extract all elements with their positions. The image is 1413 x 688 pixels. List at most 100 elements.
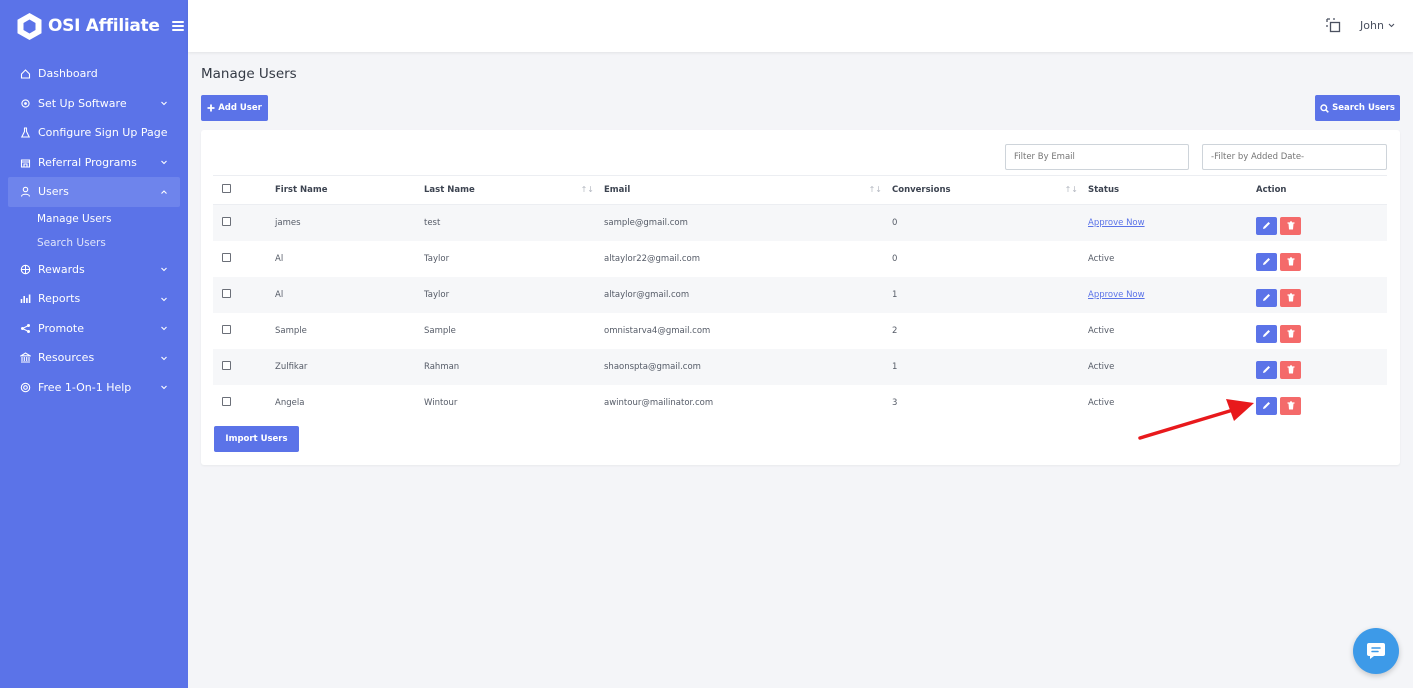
chevron-down-icon [161,160,167,165]
add-user-label: Add User [218,103,262,113]
header-conversions[interactable]: Conversions ↑↓ [892,185,1088,195]
sidebar-item-resources[interactable]: Resources [0,343,188,373]
cell-first-name: Al [275,290,284,300]
sidebar-subitem-search-users[interactable]: Search Users [0,231,188,255]
delete-button[interactable] [1280,216,1301,235]
chat-widget-button[interactable] [1353,628,1399,674]
row-checkbox[interactable] [222,289,231,298]
sidebar-item-label: Free 1-On-1 Help [38,380,132,394]
edit-button[interactable] [1256,288,1277,307]
sidebar-item-dashboard[interactable]: Dashboard [0,59,188,89]
approve-now-link[interactable]: Approve Now [1088,290,1145,300]
chevron-up-icon [161,189,167,194]
sidebar-item-label: Users [38,185,69,199]
header-last-name[interactable]: Last Name ↑↓ [424,185,604,195]
sidebar-item-label: Reports [38,292,81,306]
topbar: John [188,0,1413,52]
delete-button[interactable] [1280,360,1301,379]
filter-date-input[interactable] [1202,144,1387,170]
menu-toggle-icon[interactable] [171,21,184,31]
cell-conversions: 3 [892,398,898,408]
globe-icon [20,264,31,274]
search-users-label: Search Users [1332,103,1395,113]
bank-icon [20,352,31,363]
add-user-button[interactable]: Add User [201,95,268,121]
row-checkbox[interactable] [222,253,231,262]
chevron-down-icon [161,267,167,272]
users-table: First Name Last Name ↑↓ Email ↑↓ Convers… [213,175,1387,421]
edit-button[interactable] [1256,324,1277,343]
table-row: Al Taylor altaylor22@gmail.com 0 Active [213,241,1387,277]
cell-last-name: test [424,218,441,228]
edit-button[interactable] [1256,252,1277,271]
sidebar-item-label: Referral Programs [38,155,137,169]
sidebar-item-rewards[interactable]: Rewards [0,255,188,285]
pencil-icon [1263,294,1270,301]
cell-first-name: Sample [275,326,307,336]
bar-chart-icon [20,294,31,304]
lifebuoy-icon [20,382,31,392]
table-row: Sample Sample omnistarva4@gmail.com 2 Active [213,313,1387,349]
row-checkbox[interactable] [222,361,231,370]
header-first-name[interactable]: First Name [275,185,424,195]
store-icon [20,159,31,168]
delete-button[interactable] [1280,252,1301,271]
status-text: Active [1088,254,1115,264]
sidebar-subitem-manage-users[interactable]: Manage Users [0,207,188,231]
cell-conversions: 1 [892,362,898,372]
sidebar-item-configure-sign-up-page[interactable]: Configure Sign Up Page [0,118,188,148]
share-icon [21,323,30,333]
brand[interactable]: OSI Affiliate [0,0,188,52]
sidebar-item-free-1-on-1-help[interactable]: Free 1-On-1 Help [0,373,188,403]
cell-last-name: Sample [424,326,456,336]
fullscreen-icon[interactable] [1326,18,1341,33]
chat-icon [1367,643,1385,659]
sidebar-item-label: Rewards [38,262,85,276]
user-menu[interactable]: John [1360,19,1395,32]
delete-button[interactable] [1280,288,1301,307]
cell-last-name: Wintour [424,398,458,408]
cell-email: awintour@mailinator.com [604,398,714,408]
filter-email-input[interactable] [1005,144,1189,170]
row-checkbox[interactable] [222,217,231,226]
flask-icon [20,127,31,138]
row-checkbox[interactable] [222,397,231,406]
header-action: Action [1256,185,1287,195]
edit-button[interactable] [1256,360,1277,379]
sort-icon: ↑↓ [580,185,594,194]
header-email[interactable]: Email ↑↓ [604,185,892,195]
delete-button[interactable] [1280,396,1301,415]
sidebar-item-users[interactable]: Users [8,177,180,207]
search-users-button[interactable]: Search Users [1315,95,1400,121]
row-checkbox[interactable] [222,325,231,334]
cell-conversions: 0 [892,218,898,228]
sidebar-item-label: Promote [38,321,84,335]
status-text: Active [1088,362,1115,372]
sidebar-item-set-up-software[interactable]: Set Up Software [0,89,188,119]
cell-first-name: james [275,218,301,228]
status-text: Active [1088,326,1115,336]
sidebar-item-reports[interactable]: Reports [0,284,188,314]
status-text: Active [1088,398,1115,408]
brand-name: OSI Affiliate [48,16,160,36]
sidebar-item-referral-programs[interactable]: Referral Programs [0,148,188,178]
trash-icon [1287,293,1294,302]
approve-now-link[interactable]: Approve Now [1088,218,1145,228]
pencil-icon [1263,222,1270,229]
chevron-down-icon [161,385,167,390]
cell-email: omnistarva4@gmail.com [604,326,711,336]
trash-icon [1287,221,1294,230]
import-users-button[interactable]: Import Users [214,426,299,452]
chevron-down-icon [1388,23,1395,28]
chevron-down-icon [161,326,167,331]
cell-last-name: Taylor [424,254,450,264]
delete-button[interactable] [1280,324,1301,343]
edit-button[interactable] [1256,216,1277,235]
cell-last-name: Rahman [424,362,460,372]
sidebar: OSI Affiliate Dashboard Set Up Software Co… [0,0,188,688]
sidebar-item-promote[interactable]: Promote [0,314,188,344]
cell-last-name: Taylor [424,290,450,300]
select-all-checkbox[interactable] [222,184,231,193]
gear-icon [21,99,30,108]
cell-email: sample@gmail.com [604,218,688,228]
